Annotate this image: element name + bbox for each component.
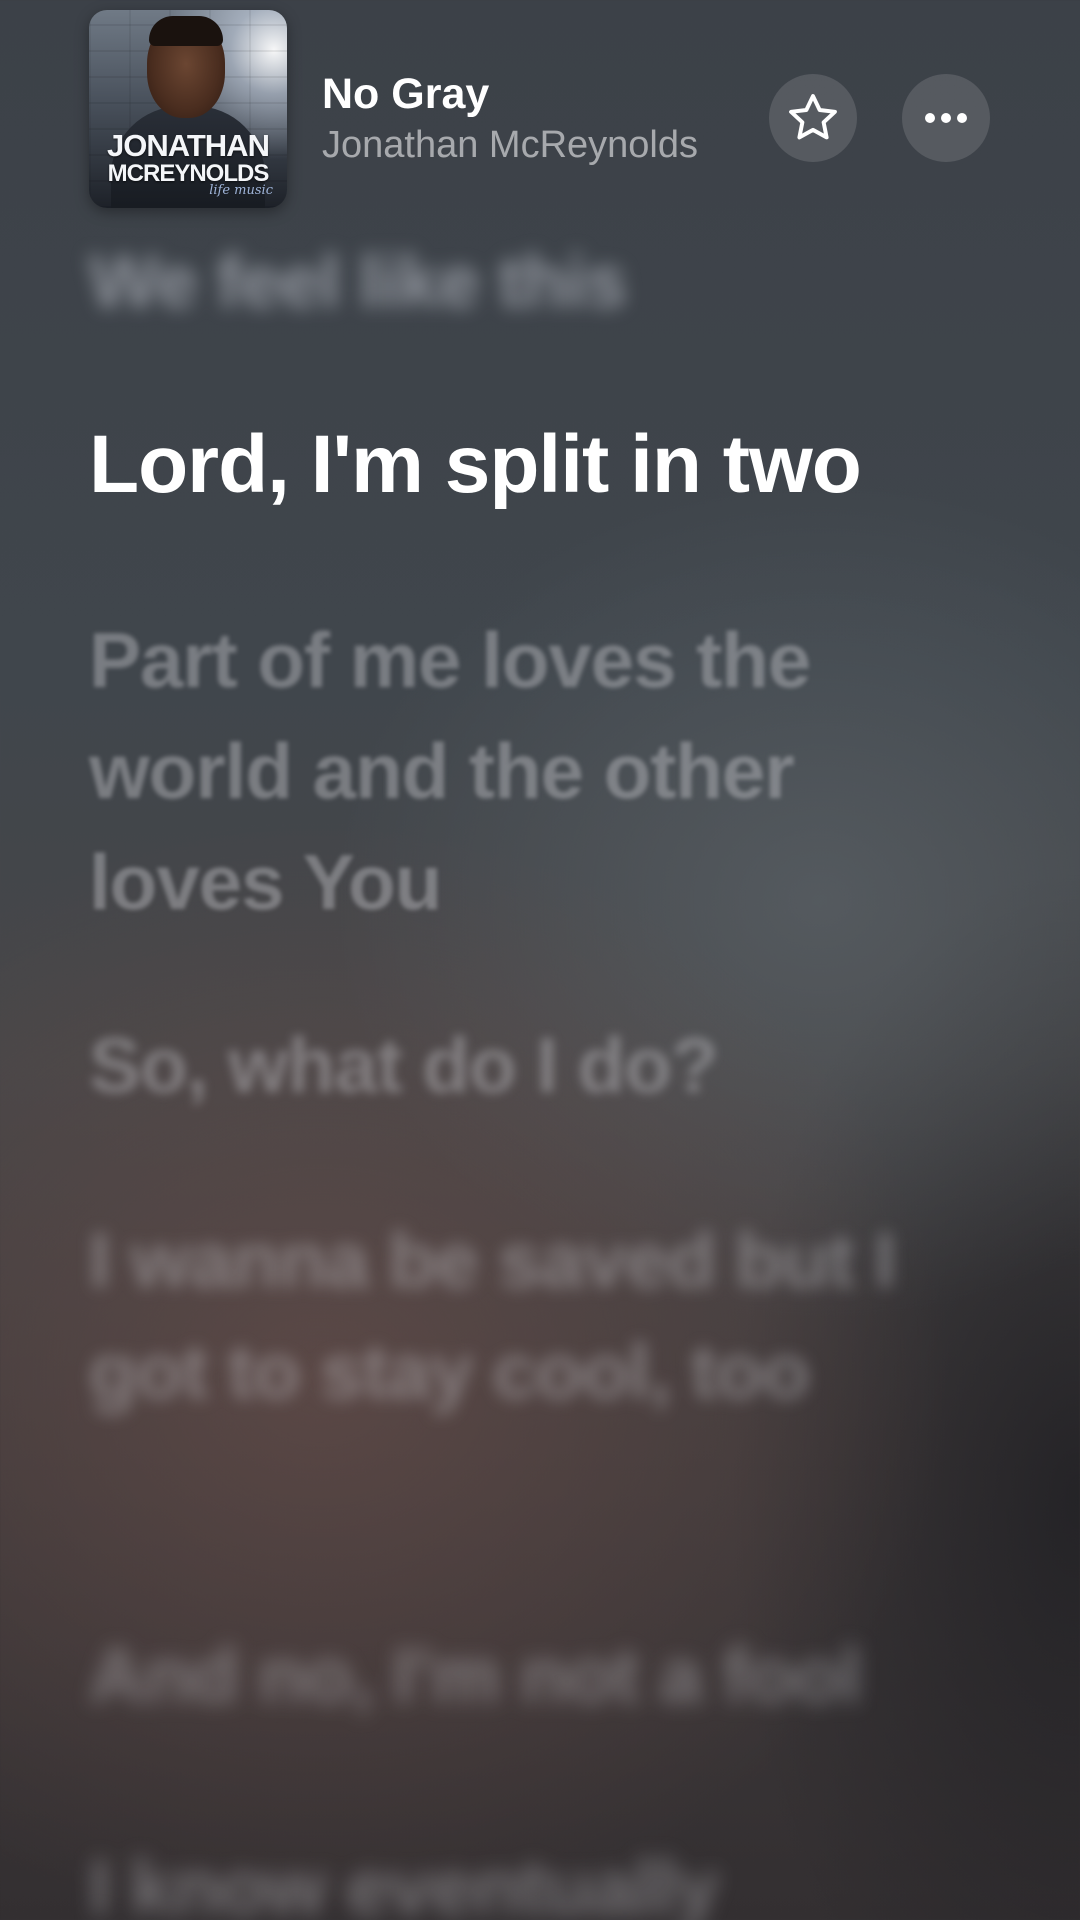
lyric-line-upcoming[interactable]: I wanna be saved but I got to stay cool,… [89,1205,999,1427]
star-outline-icon [789,94,837,140]
lyric-line-previous[interactable]: We feel like this [89,232,999,332]
artwork-title-line1: JONATHAN [107,128,270,163]
lyric-line-upcoming[interactable]: Part of me loves the world and the other… [89,605,999,938]
lyric-line-upcoming[interactable]: So, what do I do? [89,1010,999,1121]
lyric-line-upcoming[interactable]: I know eventually [89,1832,999,1920]
now-playing-header: JONATHAN MCREYNOLDS life music No Gray J… [0,0,1080,230]
lyric-line-current[interactable]: Lord, I'm split in two [89,410,999,520]
more-options-button[interactable] [902,74,990,162]
artwork-figure-hair [149,16,223,46]
lyric-line-upcoming[interactable]: And no, I'm not a fool [89,1620,999,1731]
track-artist: Jonathan McReynolds [322,124,698,166]
track-title: No Gray [322,70,490,118]
artwork-subtitle: life music [209,183,273,198]
track-info[interactable]: No Gray Jonathan McReynolds [322,68,698,170]
ellipsis-icon [925,113,967,123]
album-artwork[interactable]: JONATHAN MCREYNOLDS life music [89,10,287,208]
favorite-button[interactable] [769,74,857,162]
